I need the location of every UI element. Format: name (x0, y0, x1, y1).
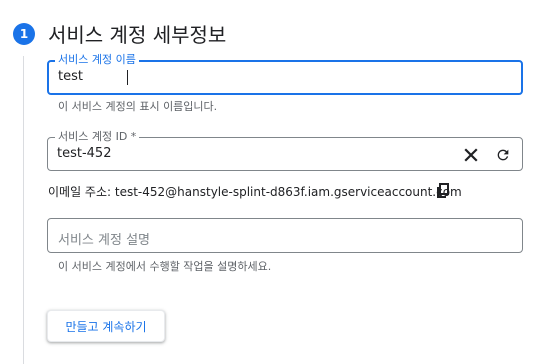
step-title: 서비스 계정 세부정보 (48, 23, 227, 47)
service-account-name-field[interactable]: 서비스 계정 이름 test (47, 53, 523, 95)
service-account-name-input[interactable]: test (58, 69, 83, 84)
email-address-label: 이메일 주소: (48, 185, 112, 199)
create-and-continue-button[interactable]: 만들고 계속하기 (47, 310, 165, 342)
close-icon[interactable] (461, 145, 481, 165)
copy-icon[interactable] (433, 181, 453, 201)
service-account-name-label: 서비스 계정 이름 (55, 53, 139, 67)
service-account-description-hint: 이 서비스 계정에서 수행할 작업을 설명하세요. (58, 260, 272, 273)
service-account-id-field[interactable]: 서비스 계정 ID * test-452 (47, 130, 523, 171)
service-account-description-field[interactable]: 서비스 계정 설명 (47, 218, 523, 253)
email-address-value: test-452@hanstyle-splint-d863f.iam.gserv… (114, 185, 462, 199)
email-address-line: 이메일 주소: test-452@hanstyle-splint-d863f.i… (48, 183, 462, 200)
service-account-id-label: 서비스 계정 ID * (55, 130, 140, 144)
service-account-description-input[interactable]: 서비스 계정 설명 (58, 229, 150, 248)
refresh-icon[interactable] (493, 145, 513, 165)
step-number-badge: 1 (13, 23, 35, 45)
text-cursor (127, 70, 128, 85)
service-account-name-hint: 이 서비스 계정의 표시 이름입니다. (58, 100, 218, 113)
service-account-id-input[interactable]: test-452 (57, 146, 111, 161)
step-connector-line (23, 56, 24, 364)
